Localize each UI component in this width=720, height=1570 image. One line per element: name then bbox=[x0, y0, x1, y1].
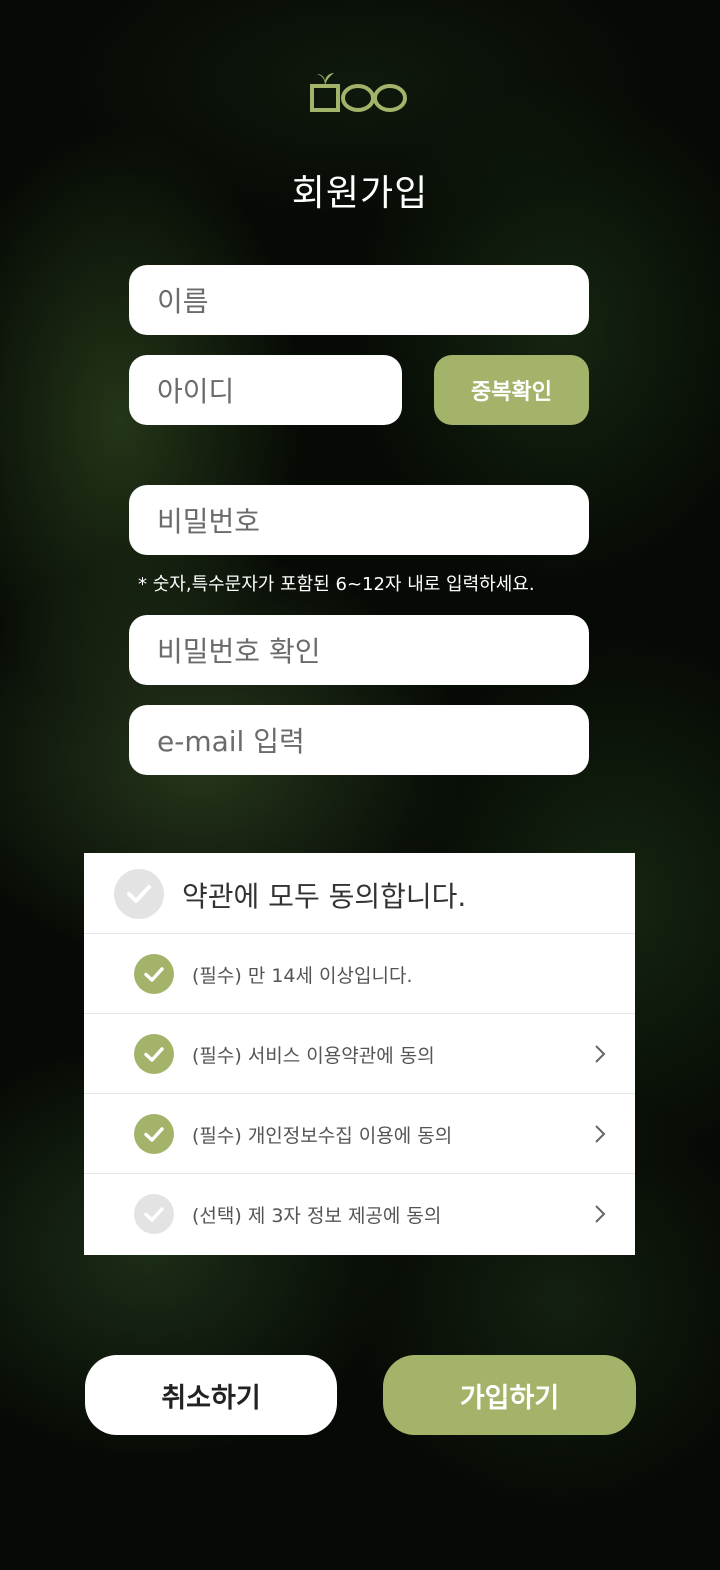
check-icon bbox=[144, 1126, 164, 1142]
term-privacy-label: (필수) 개인정보수집 이용에 동의 bbox=[192, 1125, 453, 1147]
password-input-placeholder: 비밀번호 bbox=[157, 505, 261, 538]
cancel-button[interactable]: 취소하기 bbox=[85, 1355, 337, 1435]
check-icon bbox=[144, 1046, 164, 1062]
name-input[interactable]: 이름 bbox=[129, 265, 589, 335]
term-service-checkbox[interactable] bbox=[134, 1034, 174, 1074]
term-row-third-party[interactable]: (선택) 제 3자 정보 제공에 동의 bbox=[84, 1174, 635, 1254]
term-row-privacy[interactable]: (필수) 개인정보수집 이용에 동의 bbox=[84, 1094, 635, 1174]
blurred-leaf-background bbox=[0, 0, 720, 1570]
term-age-checkbox[interactable] bbox=[134, 954, 174, 994]
term-row-service[interactable]: (필수) 서비스 이용약관에 동의 bbox=[84, 1014, 635, 1094]
terms-panel: 약관에 모두 동의합니다. (필수) 만 14세 이상입니다. (필수) 서비스… bbox=[84, 853, 635, 1255]
password-hint: * 숫자,특수문자가 포함된 6~12자 내로 입력하세요. bbox=[138, 574, 535, 595]
email-input-placeholder: e-mail 입력 bbox=[157, 725, 305, 758]
join-button[interactable]: 가입하기 bbox=[383, 1355, 636, 1435]
term-privacy-checkbox[interactable] bbox=[134, 1114, 174, 1154]
agree-all-row[interactable]: 약관에 모두 동의합니다. bbox=[84, 853, 635, 934]
term-service-label: (필수) 서비스 이용약관에 동의 bbox=[192, 1045, 435, 1067]
chevron-right-icon[interactable] bbox=[590, 1043, 610, 1065]
check-icon bbox=[144, 1206, 164, 1222]
term-third-party-checkbox[interactable] bbox=[134, 1194, 174, 1234]
sprout-box-logo-icon bbox=[310, 73, 407, 112]
chevron-right-icon[interactable] bbox=[590, 1123, 610, 1145]
check-icon bbox=[144, 966, 164, 982]
password-confirm-input[interactable]: 비밀번호 확인 bbox=[129, 615, 589, 685]
agree-all-label: 약관에 모두 동의합니다. bbox=[182, 880, 467, 913]
password-input[interactable]: 비밀번호 bbox=[129, 485, 589, 555]
password-confirm-input-placeholder: 비밀번호 확인 bbox=[157, 635, 321, 668]
id-input-placeholder: 아이디 bbox=[157, 375, 235, 408]
term-row-age[interactable]: (필수) 만 14세 이상입니다. bbox=[84, 934, 635, 1014]
term-age-label: (필수) 만 14세 이상입니다. bbox=[192, 965, 413, 987]
email-input[interactable]: e-mail 입력 bbox=[129, 705, 589, 775]
name-input-placeholder: 이름 bbox=[157, 285, 209, 318]
duplicate-check-button[interactable]: 중복확인 bbox=[434, 355, 589, 425]
chevron-right-icon[interactable] bbox=[590, 1203, 610, 1225]
check-icon bbox=[127, 885, 151, 903]
term-third-party-label: (선택) 제 3자 정보 제공에 동의 bbox=[192, 1205, 442, 1227]
agree-all-checkbox[interactable] bbox=[114, 869, 164, 919]
id-input[interactable]: 아이디 bbox=[129, 355, 402, 425]
page-title: 회원가입 bbox=[291, 173, 429, 214]
